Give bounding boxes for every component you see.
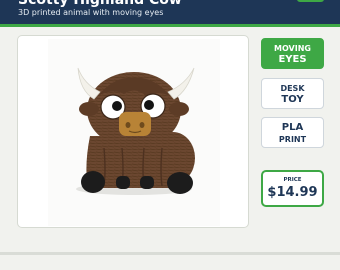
header-accent-stripe [0,24,340,27]
feature-moving-eyes[interactable]: MOVING EYES [261,38,324,69]
price-value: $14.99 [267,185,318,200]
feature-desk-toy[interactable]: DESK TOY [261,78,324,109]
header-bar: Scotty Highland Cow 3D printed animal wi… [0,0,340,24]
feature-label-line2: EYES [278,54,307,65]
feature-label-line1: PLA [281,122,304,133]
feature-label-line1: DESK [280,84,305,93]
product-image-card [17,35,249,228]
feature-label-line2: PRINT [278,135,307,144]
price-label: PRICE [283,177,302,183]
price-box: PRICE $14.99 [261,170,324,207]
header-button[interactable] [297,0,324,2]
page-subtitle: 3D printed animal with moving eyes [18,8,164,17]
feature-label-line1: MOVING [274,44,311,53]
bottom-divider [0,252,340,255]
feature-pla-print[interactable]: PLA PRINT [261,117,324,148]
highland-cow-toy-photo [76,67,195,195]
feature-label-line2: TOY [281,94,304,105]
page-title: Scotty Highland Cow [18,0,182,8]
